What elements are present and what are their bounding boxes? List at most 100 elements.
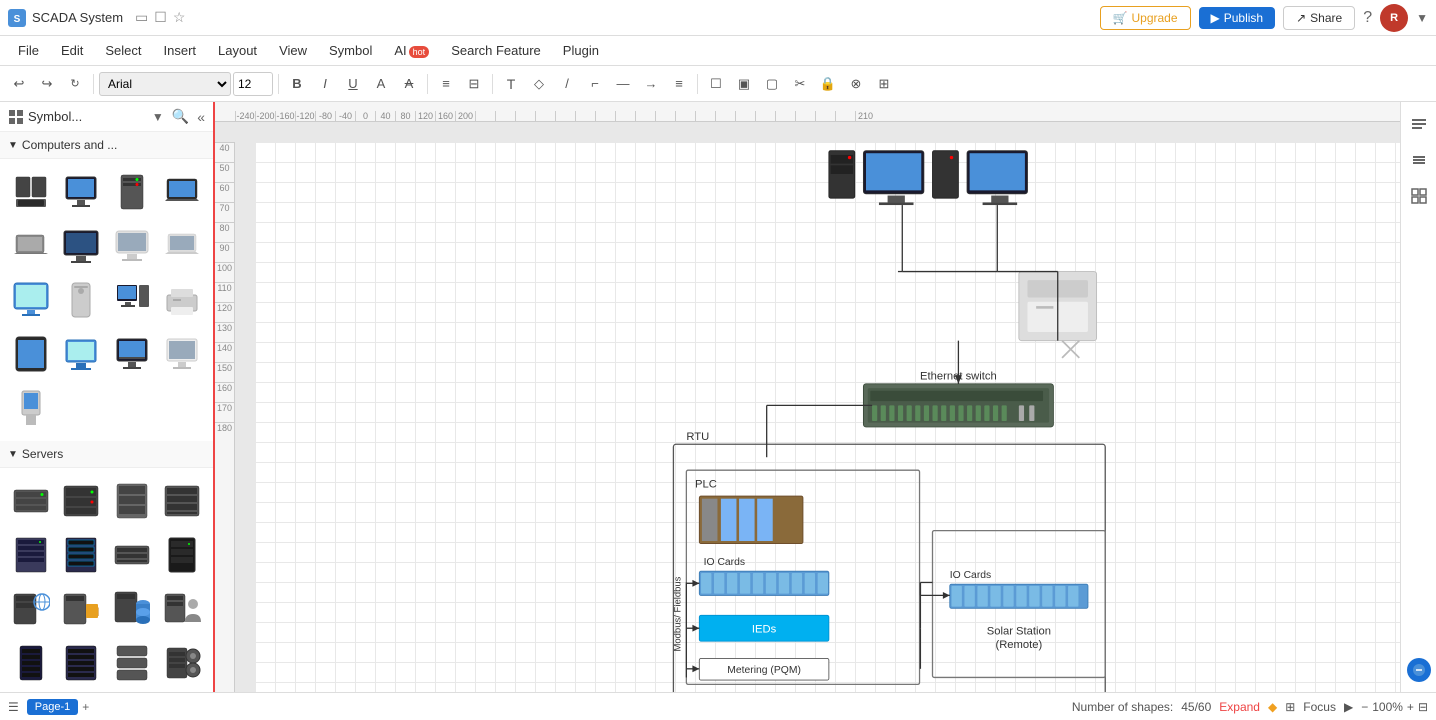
symbol-imac[interactable] bbox=[8, 275, 54, 325]
arrow-style-button[interactable]: → bbox=[638, 71, 664, 97]
format-panel-button[interactable] bbox=[1405, 110, 1433, 138]
play-icon[interactable]: ▶ bbox=[1344, 700, 1353, 714]
chat-button[interactable] bbox=[1405, 656, 1433, 684]
strikethrough-button[interactable]: A bbox=[396, 71, 422, 97]
symbol-server-dark[interactable] bbox=[159, 530, 205, 580]
dropdown-chevron-icon[interactable]: ▼ bbox=[1416, 11, 1428, 25]
font-size-input[interactable] bbox=[233, 72, 273, 96]
symbol-server-4u[interactable] bbox=[159, 476, 205, 526]
line-style-button[interactable]: — bbox=[610, 71, 636, 97]
zoom-in-button[interactable]: + bbox=[1407, 700, 1414, 714]
symbol-rack-server[interactable] bbox=[8, 530, 54, 580]
grid-button[interactable] bbox=[1405, 182, 1433, 210]
help-icon[interactable]: ? bbox=[1363, 9, 1372, 27]
search-icon[interactable]: 🔍 bbox=[172, 108, 189, 125]
symbol-monitor-blue[interactable] bbox=[58, 221, 104, 271]
align-dropdown-button[interactable]: ⊟ bbox=[461, 71, 487, 97]
maximize-icon[interactable]: ☐ bbox=[154, 9, 167, 26]
menu-edit[interactable]: Edit bbox=[51, 39, 93, 62]
symbol-server-3u[interactable] bbox=[109, 476, 155, 526]
active-page-tab[interactable]: Page-1 bbox=[27, 699, 78, 715]
shadow-button[interactable]: ▣ bbox=[731, 71, 757, 97]
zoom-out-button[interactable]: − bbox=[1361, 700, 1368, 714]
undo-button[interactable]: ↩ bbox=[6, 71, 32, 97]
menu-file[interactable]: File bbox=[8, 39, 49, 62]
symbol-server-folder[interactable] bbox=[58, 584, 104, 634]
redo-button[interactable]: ↪ bbox=[34, 71, 60, 97]
minimize-icon[interactable]: ▭ bbox=[135, 9, 148, 26]
expand-button[interactable]: Expand bbox=[1219, 700, 1260, 714]
symbol-monitor-white[interactable] bbox=[159, 329, 205, 379]
redo-alt-button[interactable]: ↻ bbox=[62, 71, 88, 97]
panel-toggle-button[interactable]: ☰ bbox=[8, 700, 19, 714]
symbol-mac-tower[interactable] bbox=[58, 275, 104, 325]
layers-statusbar-icon[interactable]: ⊞ bbox=[1285, 700, 1295, 714]
share-button[interactable]: ↗ Share bbox=[1283, 6, 1355, 30]
symbol-server-flat[interactable] bbox=[109, 530, 155, 580]
symbol-server-stack[interactable] bbox=[109, 638, 155, 688]
symbol-notebook[interactable] bbox=[8, 221, 54, 271]
shape-button[interactable]: ▢ bbox=[759, 71, 785, 97]
menu-view[interactable]: View bbox=[269, 39, 317, 62]
symbol-server-rack[interactable] bbox=[58, 638, 104, 688]
symbol-server-user[interactable] bbox=[159, 584, 205, 634]
clip-button[interactable]: ✂ bbox=[787, 71, 813, 97]
symbol-mac-monitor[interactable] bbox=[109, 221, 155, 271]
symbol-desktop-tower[interactable] bbox=[8, 167, 54, 217]
unlink-button[interactable]: ⊗ bbox=[843, 71, 869, 97]
menu-plugin[interactable]: Plugin bbox=[553, 39, 609, 62]
menu-layout[interactable]: Layout bbox=[208, 39, 267, 62]
font-selector[interactable]: Arial Times New Roman Helvetica bbox=[99, 72, 231, 96]
publish-button[interactable]: ▶ Publish bbox=[1199, 7, 1276, 29]
chevron-down-icon[interactable]: ▼ bbox=[152, 110, 164, 124]
align-left-button[interactable]: ≡ bbox=[433, 71, 459, 97]
servers-section-header[interactable]: ▼ Servers bbox=[0, 441, 213, 468]
star-icon[interactable]: ☆ bbox=[173, 9, 186, 26]
line-width-button[interactable]: ≡ bbox=[666, 71, 692, 97]
symbol-monitor-flat[interactable] bbox=[58, 329, 104, 379]
menu-ai[interactable]: AIhot bbox=[384, 39, 439, 62]
symbol-server-2u[interactable] bbox=[58, 476, 104, 526]
scada-logo-icon: S bbox=[8, 9, 26, 27]
menu-insert[interactable]: Insert bbox=[154, 39, 207, 62]
menu-symbol[interactable]: Symbol bbox=[319, 39, 382, 62]
computers-section-header[interactable]: ▼ Computers and ... bbox=[0, 132, 213, 159]
upgrade-button[interactable]: 🛒 Upgrade bbox=[1100, 6, 1191, 30]
italic-button[interactable]: I bbox=[312, 71, 338, 97]
menu-select[interactable]: Select bbox=[95, 39, 151, 62]
symbol-rack-server-2[interactable] bbox=[58, 530, 104, 580]
symbol-desktop-setup[interactable] bbox=[109, 275, 155, 325]
add-page-button[interactable]: + bbox=[82, 700, 89, 714]
text-button[interactable]: T bbox=[498, 71, 524, 97]
connector-button[interactable]: ⌐ bbox=[582, 71, 608, 97]
bold-button[interactable]: B bbox=[284, 71, 310, 97]
symbol-laptop[interactable] bbox=[159, 167, 205, 217]
lock-button[interactable]: 🔒 bbox=[815, 71, 841, 97]
symbol-monitor-stand[interactable] bbox=[109, 329, 155, 379]
symbol-tablet[interactable] bbox=[8, 329, 54, 379]
avatar[interactable]: R bbox=[1380, 4, 1408, 32]
symbol-server-tall[interactable] bbox=[8, 638, 54, 688]
symbol-printer[interactable] bbox=[159, 275, 205, 325]
symbol-server-globe[interactable] bbox=[8, 584, 54, 634]
symbol-laptop-silver[interactable] bbox=[159, 221, 205, 271]
symbol-kiosk[interactable] bbox=[8, 383, 54, 433]
fill-button[interactable]: ☐ bbox=[703, 71, 729, 97]
menu-search-feature[interactable]: Search Feature bbox=[441, 39, 551, 62]
symbol-server-tower[interactable] bbox=[109, 167, 155, 217]
diagram-canvas[interactable]: Ethernet switch RTU bbox=[255, 142, 1400, 692]
eraser-button[interactable]: ◇ bbox=[526, 71, 552, 97]
symbol-server-1u[interactable] bbox=[8, 476, 54, 526]
pen-button[interactable]: / bbox=[554, 71, 580, 97]
focus-button[interactable]: Focus bbox=[1303, 700, 1336, 714]
symbol-server-db[interactable] bbox=[109, 584, 155, 634]
font-color-button[interactable]: A bbox=[368, 71, 394, 97]
symbol-desktop-monitor[interactable] bbox=[58, 167, 104, 217]
canvas-area[interactable]: -240 -200 -160 -120 -80 -40 0 40 80 120 … bbox=[215, 102, 1400, 692]
layers-button[interactable] bbox=[1405, 146, 1433, 174]
table-button[interactable]: ⊞ bbox=[871, 71, 897, 97]
zoom-slider-icon[interactable]: ⊟ bbox=[1418, 700, 1428, 714]
collapse-sidebar-icon[interactable]: « bbox=[197, 109, 205, 125]
symbol-server-drive[interactable] bbox=[159, 638, 205, 688]
underline-button[interactable]: U bbox=[340, 71, 366, 97]
